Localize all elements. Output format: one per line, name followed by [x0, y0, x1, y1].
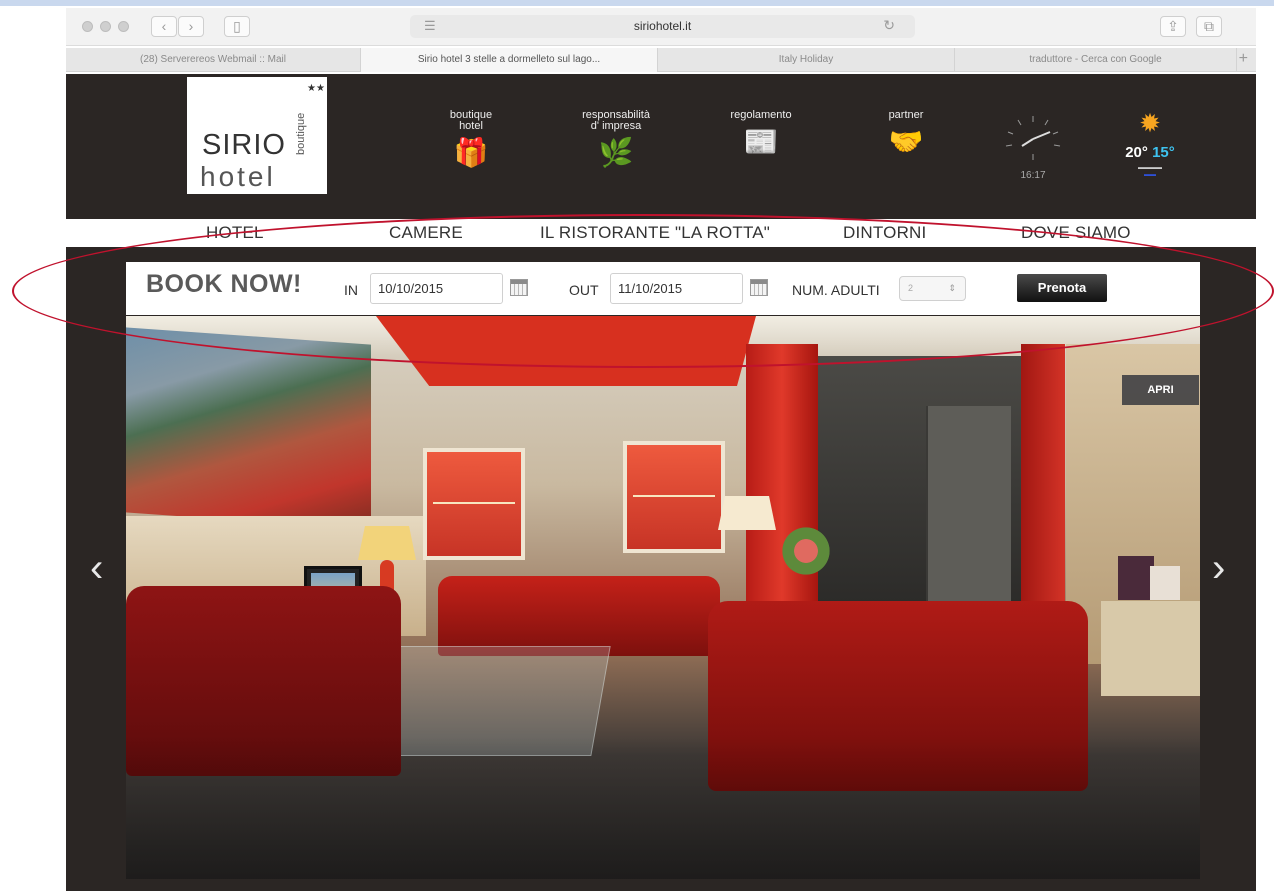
photo-red-ceiling: [376, 316, 756, 386]
tree-icon: 🌿: [598, 137, 634, 168]
header-item-label: regolamento: [730, 109, 792, 121]
logo-sirio: SIRIO: [202, 129, 286, 161]
checkout-input[interactable]: 11/10/2015: [610, 273, 743, 304]
photo-sofa-center: [438, 576, 720, 656]
header-item-label: partner: [888, 109, 924, 121]
photo-lamp: [358, 526, 416, 560]
photo-lake-painting: [126, 327, 371, 530]
sidebar-icon[interactable]: ▯: [224, 16, 250, 37]
checkin-calendar-icon[interactable]: [510, 279, 528, 296]
photo-niche-left: [423, 448, 525, 560]
document-icon: 📰: [743, 126, 779, 157]
reload-icon[interactable]: ↻: [883, 17, 895, 34]
nav-item-dintorni[interactable]: DINTORNI: [843, 223, 926, 243]
apri-button[interactable]: APRI: [1122, 375, 1199, 405]
address-bar[interactable]: ☰ siriohotel.it ↻: [410, 15, 915, 38]
hotel-logo[interactable]: ★★ SIRIO hotel boutique: [187, 77, 327, 194]
hero-lobby-photo: [126, 316, 1200, 879]
header-item-regolamento[interactable]: regolamento 📰: [706, 110, 816, 157]
browser-toolbar: ‹ › ▯ ☰ siriohotel.it ↻ ⇪ ⧉: [66, 8, 1256, 46]
main-nav: HOTEL CAMERE IL RISTORANTE "LA ROTTA" DI…: [66, 219, 1256, 247]
tab-bar: (28) Serverereos Webmail :: Mail Sirio h…: [66, 48, 1256, 72]
tab-traduttore[interactable]: traduttore - Cerca con Google: [955, 48, 1237, 72]
adults-value: 2: [908, 283, 914, 293]
top-strip: [0, 0, 1274, 6]
header-item-label: hotel: [459, 120, 483, 132]
book-now-title: BOOK NOW!: [146, 270, 302, 298]
photo-niche-right: [623, 441, 725, 553]
select-arrows-icon: ⇕: [948, 283, 956, 293]
slider-prev-icon[interactable]: ‹: [90, 548, 103, 588]
booking-bar: BOOK NOW! IN 10/10/2015 OUT 11/10/2015 N…: [126, 262, 1200, 315]
url-text: siriohotel.it: [633, 19, 692, 33]
tabs-overview-icon[interactable]: ⧉: [1196, 16, 1222, 37]
temp-min: 15°: [1152, 144, 1175, 161]
header-item-label: d' impresa: [590, 120, 642, 132]
minimize-window-dot[interactable]: [100, 21, 111, 32]
sun-icon: ✹: [1139, 108, 1161, 138]
tab-sirio-hotel[interactable]: Sirio hotel 3 stelle a dormelleto sul la…: [361, 48, 658, 72]
checkin-label: IN: [344, 282, 358, 298]
nav-item-hotel[interactable]: HOTEL: [206, 223, 264, 243]
gift-icon: 🎁: [453, 137, 489, 168]
checkout-calendar-icon[interactable]: [750, 279, 768, 296]
weather-detail-bars: ▬▬▬▬ ▬▬: [1138, 165, 1162, 178]
site-header: ★★ SIRIO hotel boutique boutique hotel 🎁…: [66, 74, 1256, 219]
logo-boutique: boutique: [295, 112, 307, 155]
adults-label: NUM. ADULTI: [792, 282, 880, 298]
adults-select[interactable]: 2 ⇕: [899, 276, 966, 301]
header-item-boutique-hotel[interactable]: boutique hotel 🎁: [436, 110, 506, 168]
zoom-window-dot[interactable]: [118, 21, 129, 32]
weather-temps: 20° 15°: [1108, 144, 1192, 161]
new-tab-icon[interactable]: +: [1239, 50, 1248, 68]
header-item-partner[interactable]: partner 🤝: [871, 110, 941, 157]
nav-item-camere[interactable]: CAMERE: [389, 223, 463, 243]
clock-icon: [1005, 116, 1061, 160]
checkin-input[interactable]: 10/10/2015: [370, 273, 503, 304]
browser-window: ‹ › ▯ ☰ siriohotel.it ↻ ⇪ ⧉ (28) Servere…: [66, 8, 1256, 74]
logo-hotel: hotel: [200, 161, 276, 192]
tab-webmail[interactable]: (28) Serverereos Webmail :: Mail: [66, 48, 361, 72]
photo-red-column: [746, 344, 818, 644]
photo-lamp: [718, 496, 776, 530]
prenota-button[interactable]: Prenota: [1017, 274, 1107, 302]
handshake-icon: 🤝: [888, 126, 924, 157]
clock-widget: 16:17: [998, 112, 1068, 181]
tab-italy-holiday[interactable]: Italy Holiday: [658, 48, 955, 72]
slider-next-icon[interactable]: ›: [1212, 548, 1225, 588]
back-icon[interactable]: ‹: [151, 16, 177, 37]
close-window-dot[interactable]: [82, 21, 93, 32]
nav-item-ristorante[interactable]: IL RISTORANTE "LA ROTTA": [540, 223, 770, 243]
logo-stars: ★★: [307, 83, 325, 94]
clock-time: 16:17: [1020, 170, 1046, 181]
forward-icon[interactable]: ›: [178, 16, 204, 37]
header-item-responsabilita[interactable]: responsabilità d' impresa 🌿: [566, 110, 666, 168]
temp-max: 20°: [1125, 144, 1148, 161]
checkout-label: OUT: [569, 282, 599, 298]
nav-item-dove-siamo[interactable]: DOVE SIAMO: [1021, 223, 1131, 243]
photo-flowers: [776, 526, 836, 576]
weather-widget[interactable]: ✹ 20° 15° ▬▬▬▬ ▬▬: [1108, 110, 1192, 179]
share-icon[interactable]: ⇪: [1160, 16, 1186, 37]
